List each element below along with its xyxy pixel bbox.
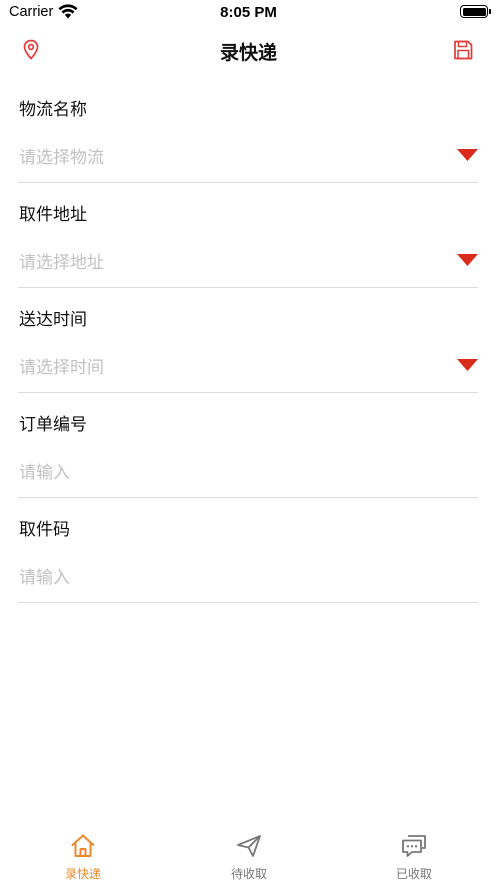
tab-record-express[interactable]: 录快递 (28, 832, 138, 882)
status-bar: Carrier 8:05 PM (0, 0, 497, 26)
home-icon (71, 834, 95, 857)
address-select[interactable]: 请选择地址 (18, 238, 478, 280)
field-label: 物流名称 (19, 100, 87, 120)
tab-label: 录快递 (64, 867, 101, 881)
select-placeholder: 请选择时间 (19, 358, 104, 378)
field-logistics-name: 物流名称 请选择物流 (18, 78, 478, 183)
field-label: 取件码 (19, 520, 70, 540)
field-label: 取件地址 (19, 205, 87, 225)
select-placeholder: 请选择物流 (19, 148, 104, 168)
clock: 8:05 PM (220, 4, 277, 21)
tab-pending[interactable]: 待收取 (194, 832, 304, 882)
triangle-down-icon (457, 149, 478, 161)
pickup-code-input[interactable]: 请输入 (19, 563, 439, 588)
nav-bar: 录快递 (0, 26, 497, 76)
paper-plane-icon (237, 835, 261, 857)
tab-bar: 录快递 待收取 已收取 (0, 825, 497, 883)
triangle-down-icon (457, 359, 478, 371)
save-icon (454, 40, 473, 60)
tab-label: 已收取 (395, 867, 432, 881)
chat-bubbles-icon (402, 835, 426, 857)
field-order-number: 订单编号 请输入 (18, 393, 478, 498)
battery-icon (460, 5, 491, 18)
save-button[interactable] (451, 38, 475, 62)
field-pickup-address: 取件地址 请选择地址 (18, 183, 478, 288)
field-pickup-code: 取件码 请输入 (18, 498, 478, 603)
express-form: 物流名称 请选择物流 取件地址 请选择地址 送达时间 请选择时间 订单编号 请输… (18, 78, 478, 603)
field-label: 送达时间 (19, 310, 87, 330)
time-select[interactable]: 请选择时间 (18, 343, 478, 385)
tab-received[interactable]: 已收取 (359, 832, 469, 882)
tab-label: 待收取 (230, 867, 267, 881)
select-placeholder: 请选择地址 (19, 253, 104, 273)
page-title: 录快递 (219, 42, 277, 64)
triangle-down-icon (457, 254, 478, 266)
order-number-input[interactable]: 请输入 (19, 458, 439, 483)
logistics-select[interactable]: 请选择物流 (18, 133, 478, 175)
field-label: 订单编号 (19, 415, 87, 435)
field-delivery-time: 送达时间 请选择时间 (18, 288, 478, 393)
